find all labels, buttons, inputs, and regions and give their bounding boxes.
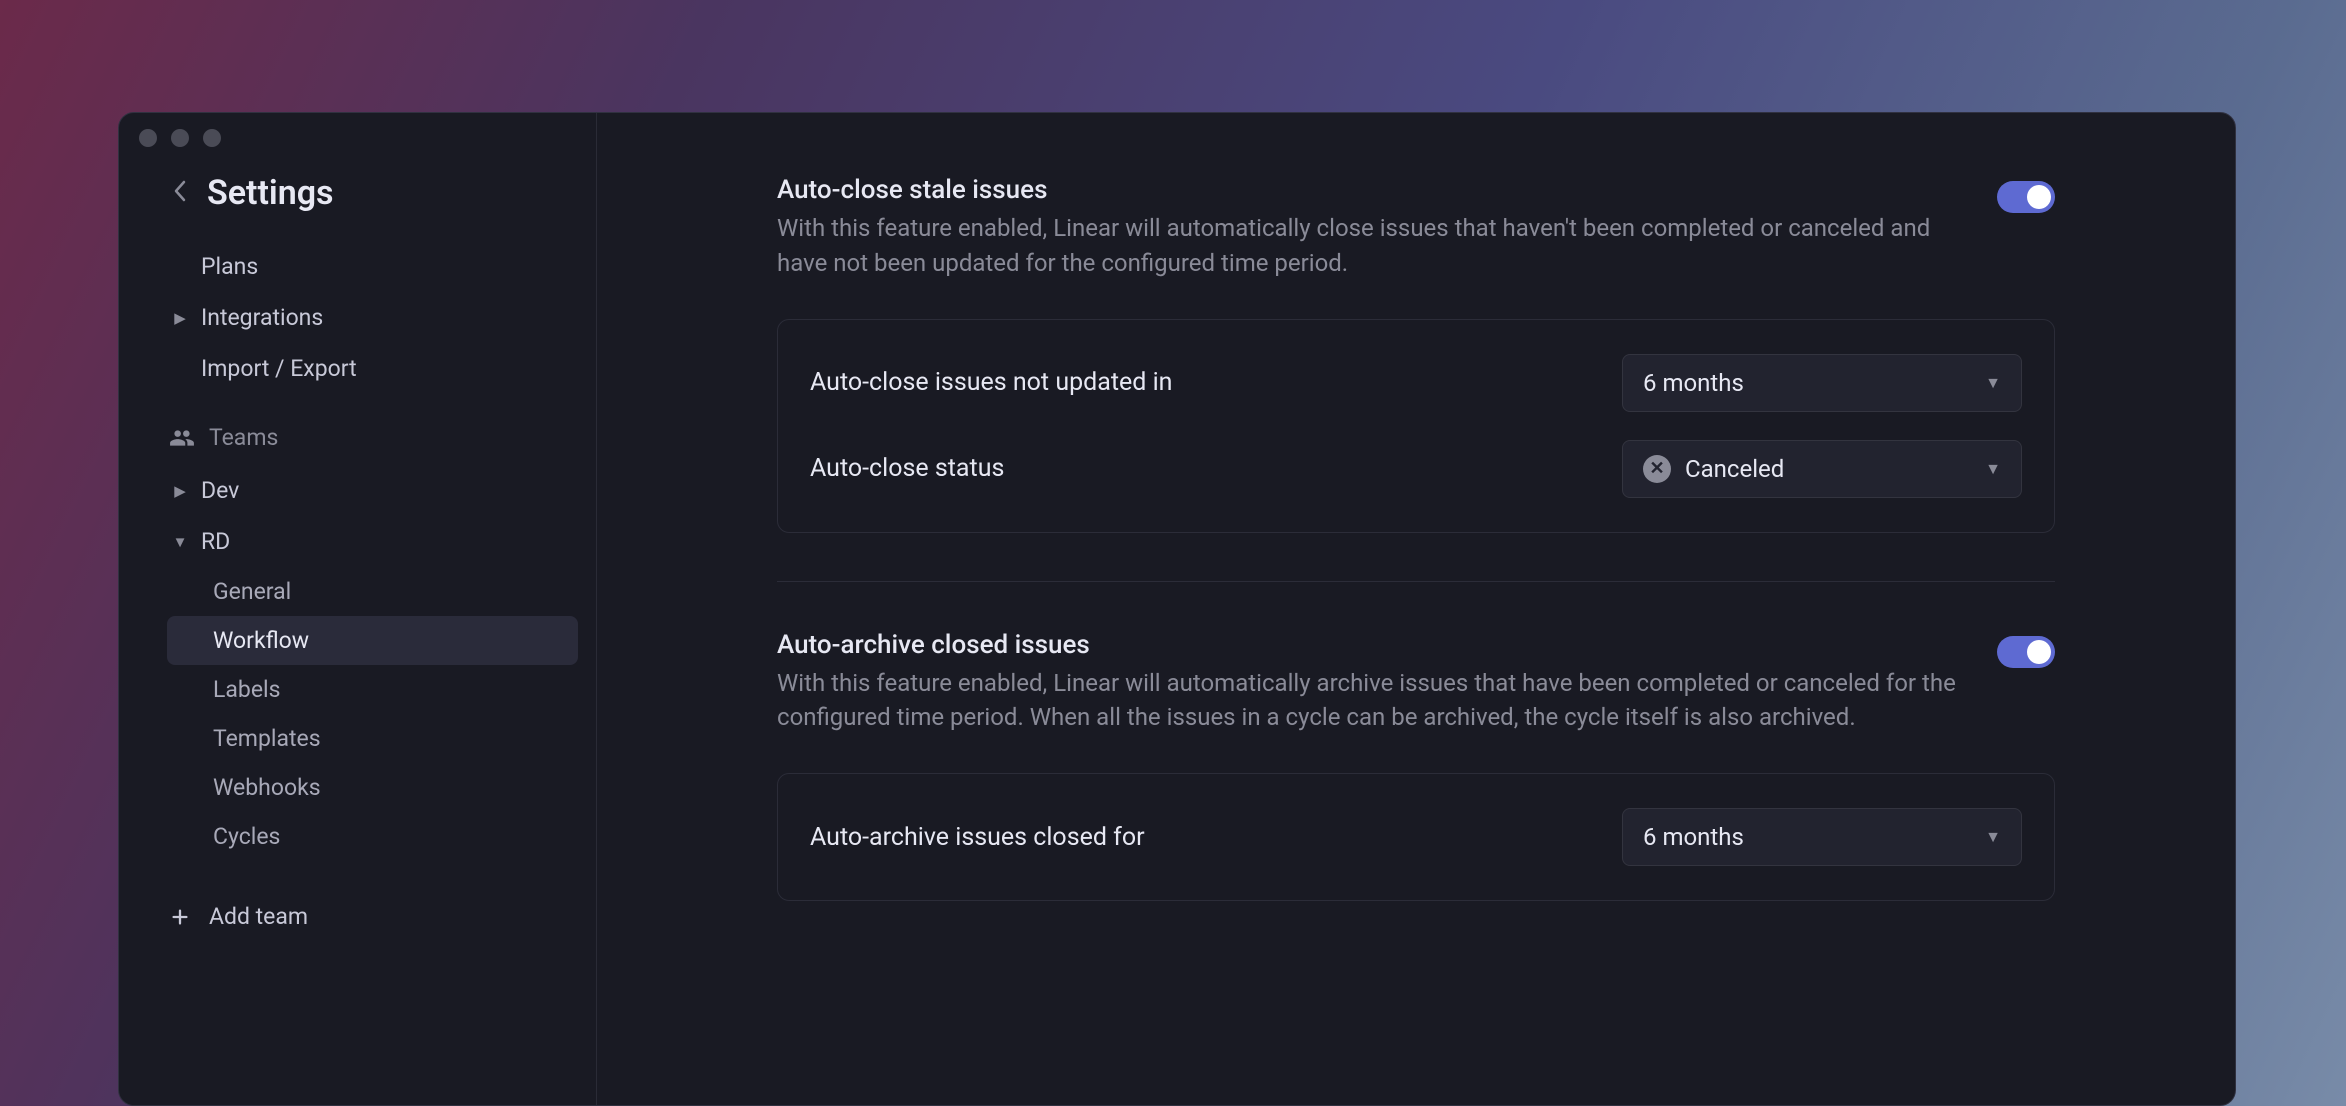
config-row-autoarchive-period: Auto-archive issues closed for 6 months … xyxy=(810,794,2022,880)
dropdown-value: 6 months xyxy=(1643,369,1744,397)
sidebar-item-label: Labels xyxy=(213,676,280,703)
window-controls xyxy=(139,129,221,147)
dropdown-value: 6 months xyxy=(1643,823,1744,851)
setting-autoarchive: Auto-archive closed issues With this fea… xyxy=(777,630,2055,950)
sidebar-item-label: General xyxy=(213,578,291,605)
sidebar-item-label: Webhooks xyxy=(213,774,321,801)
traffic-light-close[interactable] xyxy=(139,129,157,147)
autoarchive-period-dropdown[interactable]: 6 months ▼ xyxy=(1622,808,2022,866)
sidebar-team-rd[interactable]: ▼ RD xyxy=(137,516,578,567)
section-divider xyxy=(777,581,2055,582)
autoclose-period-dropdown[interactable]: 6 months ▼ xyxy=(1622,354,2022,412)
sidebar-nav: Plans ▶ Integrations Import / Export Tea… xyxy=(119,241,596,942)
sidebar-section-teams: Teams xyxy=(137,394,578,465)
chevron-down-icon: ▼ xyxy=(1985,459,2001,479)
content-pane: Auto-close stale issues With this featur… xyxy=(597,113,2235,1105)
sidebar-item-label: Templates xyxy=(213,725,321,752)
config-row-autoclose-status: Auto-close status ✕ Canceled ▼ xyxy=(810,426,2022,512)
sidebar-team-dev[interactable]: ▶ Dev xyxy=(137,465,578,516)
config-label: Auto-close issues not updated in xyxy=(810,368,1172,397)
caret-right-icon: ▶ xyxy=(173,482,187,500)
autoclose-status-dropdown[interactable]: ✕ Canceled ▼ xyxy=(1622,440,2022,498)
sidebar-item-plans[interactable]: Plans xyxy=(137,241,578,292)
add-team-label: Add team xyxy=(209,903,308,930)
app-window: Settings Plans ▶ Integrations Import / E… xyxy=(118,112,2236,1106)
sidebar-section-label: Teams xyxy=(209,424,278,451)
caret-down-icon: ▼ xyxy=(173,533,187,551)
setting-title: Auto-close stale issues xyxy=(777,175,1957,205)
canceled-status-icon: ✕ xyxy=(1643,455,1671,483)
chevron-down-icon: ▼ xyxy=(1985,827,2001,847)
add-team-button[interactable]: Add team xyxy=(137,891,578,942)
setting-description: With this feature enabled, Linear will a… xyxy=(777,666,1957,736)
config-label: Auto-archive issues closed for xyxy=(810,823,1145,852)
back-chevron-icon[interactable] xyxy=(173,180,187,207)
sidebar-item-import-export[interactable]: Import / Export xyxy=(137,343,578,394)
sidebar-item-label: RD xyxy=(201,528,230,555)
sidebar-sub-labels[interactable]: Labels xyxy=(167,665,578,714)
config-row-autoclose-period: Auto-close issues not updated in 6 month… xyxy=(810,340,2022,426)
plus-icon xyxy=(169,906,191,928)
config-label: Auto-close status xyxy=(810,454,1004,483)
autoarchive-toggle[interactable] xyxy=(1997,636,2055,668)
sidebar-header: Settings xyxy=(119,173,596,241)
sidebar-sub-general[interactable]: General xyxy=(167,567,578,616)
traffic-light-zoom[interactable] xyxy=(203,129,221,147)
sidebar-item-label: Import / Export xyxy=(201,355,357,382)
chevron-down-icon: ▼ xyxy=(1985,373,2001,393)
page-title: Settings xyxy=(207,173,334,213)
sidebar-sub-cycles[interactable]: Cycles xyxy=(167,812,578,861)
sidebar-sub-templates[interactable]: Templates xyxy=(167,714,578,763)
sidebar-sub-workflow[interactable]: Workflow xyxy=(167,616,578,665)
autoclose-config: Auto-close issues not updated in 6 month… xyxy=(777,319,2055,533)
setting-description: With this feature enabled, Linear will a… xyxy=(777,211,1957,281)
sidebar-item-label: Cycles xyxy=(213,823,280,850)
sidebar-item-integrations[interactable]: ▶ Integrations xyxy=(137,292,578,343)
autoclose-toggle[interactable] xyxy=(1997,181,2055,213)
sidebar-team-rd-subnav: General Workflow Labels Templates Webhoo… xyxy=(137,567,578,861)
sidebar-item-label: Dev xyxy=(201,477,239,504)
setting-autoclose: Auto-close stale issues With this featur… xyxy=(777,175,2055,581)
sidebar: Settings Plans ▶ Integrations Import / E… xyxy=(119,113,597,1105)
dropdown-value: Canceled xyxy=(1685,455,1784,483)
traffic-light-minimize[interactable] xyxy=(171,129,189,147)
caret-right-icon: ▶ xyxy=(173,309,187,327)
sidebar-item-label: Integrations xyxy=(201,304,323,331)
autoarchive-config: Auto-archive issues closed for 6 months … xyxy=(777,773,2055,901)
sidebar-sub-webhooks[interactable]: Webhooks xyxy=(167,763,578,812)
sidebar-item-label: Workflow xyxy=(213,627,309,654)
setting-title: Auto-archive closed issues xyxy=(777,630,1957,660)
people-icon xyxy=(169,425,195,451)
sidebar-item-label: Plans xyxy=(201,253,258,280)
